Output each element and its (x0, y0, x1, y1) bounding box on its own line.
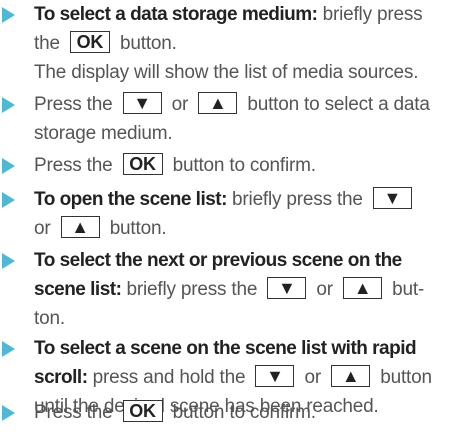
step-text: button. (109, 218, 167, 239)
step-text: button to confirm. (172, 155, 316, 176)
step-text: Press the (34, 155, 113, 176)
step-text: button (380, 367, 432, 388)
step-text: the (34, 33, 60, 54)
step-text: button to confirm. (172, 402, 316, 423)
bullet-arrow-icon (2, 7, 15, 23)
bullet-arrow-icon (2, 341, 15, 357)
step-text: press and hold the (87, 367, 246, 388)
ok-key-icon: OK (122, 153, 163, 176)
step-lead: To select the next or previous scene on … (34, 250, 402, 271)
down-key-icon: ▼ (122, 92, 162, 115)
step-text: The display will show the list of media … (34, 62, 419, 83)
step-text: storage medium. (34, 123, 173, 144)
up-key-icon: ▲ (343, 277, 383, 300)
bullet-arrow-icon (2, 405, 15, 421)
bullet-arrow-icon (2, 158, 15, 174)
step-text: Press the (34, 402, 113, 423)
ok-key-icon: OK (69, 31, 110, 54)
step-text: but- (392, 279, 425, 300)
step-lead: To select a data storage medium: (34, 4, 318, 25)
step-text: briefly press the (226, 189, 363, 210)
up-key-icon: ▲ (331, 365, 371, 388)
step-lead: scene list: (34, 279, 122, 300)
step-text: or (34, 218, 51, 239)
up-key-icon: ▲ (60, 216, 100, 239)
down-key-icon: ▼ (255, 365, 295, 388)
step-text: or (316, 279, 333, 300)
bullet-arrow-icon (2, 192, 15, 208)
step-text: button. (120, 33, 177, 54)
step-text: briefly press the (121, 279, 258, 300)
step-text: ton. (34, 308, 65, 329)
bullet-arrow-icon (2, 253, 15, 269)
step-lead: To select a scene on the scene list with… (34, 338, 417, 359)
step-text: or (171, 94, 189, 115)
step-text: or (304, 367, 322, 388)
step-lead: scroll: (34, 367, 88, 388)
up-key-icon: ▲ (198, 92, 238, 115)
ok-key-icon: OK (122, 400, 163, 423)
step-text: Press the (34, 94, 113, 115)
step-lead: To open the scene list: (34, 189, 227, 210)
bullet-arrow-icon (2, 97, 15, 113)
step-text: button to select a data (247, 94, 430, 115)
down-key-icon: ▼ (267, 277, 307, 300)
step-text: briefly press (317, 4, 423, 25)
down-key-icon: ▼ (372, 187, 412, 210)
instruction-list: To select a data storage medium: briefly… (0, 0, 461, 432)
